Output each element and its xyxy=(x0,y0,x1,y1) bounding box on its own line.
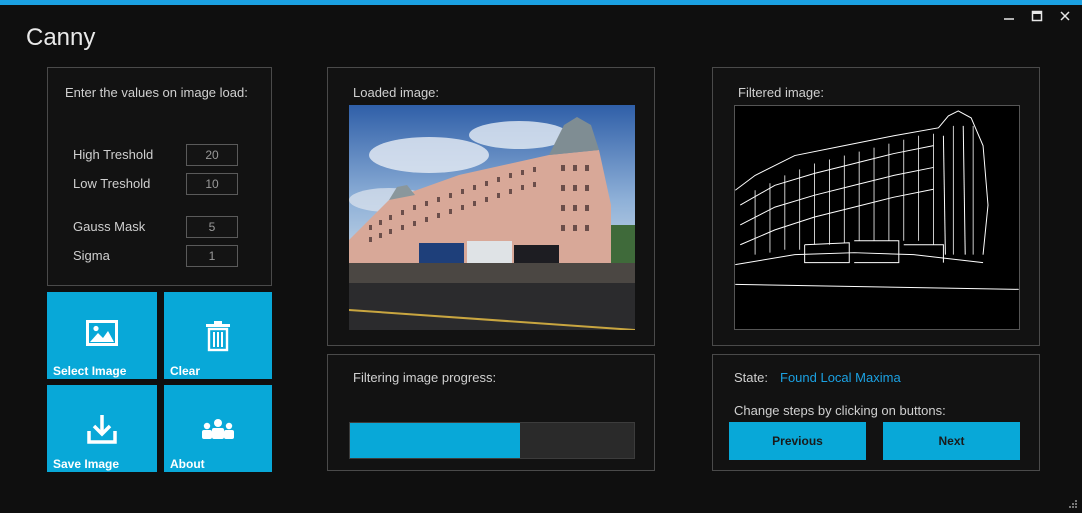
people-icon xyxy=(202,419,234,439)
state-label: State: xyxy=(734,370,768,385)
high-threshold-label: High Treshold xyxy=(73,147,154,162)
progress-fill xyxy=(350,423,521,458)
parameters-panel: Enter the values on image load: High Tre… xyxy=(47,67,272,286)
close-button[interactable] xyxy=(1058,9,1072,23)
save-image-label: Save Image xyxy=(53,457,120,471)
minimize-button[interactable] xyxy=(1002,9,1016,23)
close-icon xyxy=(1060,11,1070,21)
progress-bar xyxy=(349,422,635,459)
loaded-image-label: Loaded image: xyxy=(353,85,440,100)
progress-panel: Filtering image progress: xyxy=(327,354,655,471)
low-threshold-row: Low Treshold xyxy=(73,173,243,195)
low-threshold-input[interactable] xyxy=(186,173,238,195)
high-threshold-row: High Treshold xyxy=(73,144,243,166)
state-panel: State: Found Local Maxima Change steps b… xyxy=(712,354,1040,471)
filtered-image xyxy=(734,105,1020,330)
maximize-button[interactable] xyxy=(1030,9,1044,23)
select-image-label: Select Image xyxy=(53,364,127,378)
steps-hint: Change steps by clicking on buttons: xyxy=(734,403,946,418)
gauss-mask-input[interactable] xyxy=(186,216,238,238)
about-button[interactable]: About xyxy=(164,385,272,472)
edge-map xyxy=(735,110,1019,290)
window-accent-bar xyxy=(0,0,1082,5)
image-icon xyxy=(86,320,118,346)
minimize-icon xyxy=(1004,18,1014,20)
clear-button[interactable]: Clear xyxy=(164,292,272,379)
maximize-icon xyxy=(1031,10,1043,22)
high-threshold-input[interactable] xyxy=(186,144,238,166)
previous-button[interactable]: Previous xyxy=(729,422,866,460)
sigma-label: Sigma xyxy=(73,248,110,263)
download-icon xyxy=(87,415,117,444)
loaded-image-panel: Loaded image: xyxy=(327,67,655,346)
window-controls xyxy=(1002,9,1072,23)
app-title: Canny xyxy=(26,24,96,51)
about-label: About xyxy=(170,457,205,471)
parameters-header: Enter the values on image load: xyxy=(65,85,248,100)
sigma-row: Sigma xyxy=(73,245,243,267)
state-value: Found Local Maxima xyxy=(780,370,901,385)
low-threshold-label: Low Treshold xyxy=(73,176,151,191)
save-image-button[interactable]: Save Image xyxy=(47,385,157,472)
next-button[interactable]: Next xyxy=(883,422,1020,460)
progress-label: Filtering image progress: xyxy=(353,370,497,385)
trash-icon xyxy=(206,321,230,352)
resize-grip-icon[interactable] xyxy=(1068,499,1078,509)
filtered-image-label: Filtered image: xyxy=(738,85,824,100)
gauss-mask-row: Gauss Mask xyxy=(73,216,243,238)
gauss-mask-label: Gauss Mask xyxy=(73,219,146,234)
clear-label: Clear xyxy=(170,364,201,378)
loaded-image xyxy=(349,105,635,330)
filtered-image-panel: Filtered image: xyxy=(712,67,1040,346)
building-photo xyxy=(349,105,635,330)
select-image-button[interactable]: Select Image xyxy=(47,292,157,379)
sigma-input[interactable] xyxy=(186,245,238,267)
